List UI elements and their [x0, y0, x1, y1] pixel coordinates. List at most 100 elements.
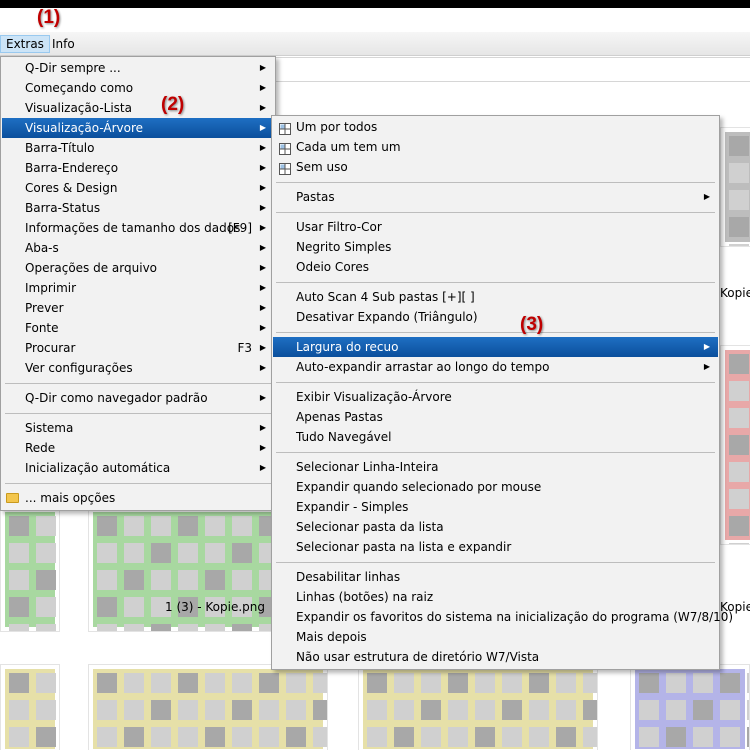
- menu-item-expandir-os-favoritos-do-sistema-na-inicializacao-do-programa-w7-8-10[interactable]: Expandir os favoritos do sistema na inic…: [273, 607, 733, 627]
- menu-item-mais-depois[interactable]: Mais depois: [273, 627, 718, 647]
- menu-item-comecando-como[interactable]: Começando como ▶: [2, 78, 274, 98]
- menu-item-expandir-quando-selecionado-por-mouse[interactable]: Expandir quando selecionado por mouse: [273, 477, 718, 497]
- menu-item-label: Imprimir: [25, 281, 77, 295]
- menu-separator: [276, 452, 715, 453]
- submenu-arrow-icon: ▶: [259, 363, 266, 372]
- file-thumbnail[interactable]: [720, 127, 750, 247]
- menu-item-prever[interactable]: Prever ▶: [2, 298, 274, 318]
- menu-item-fonte[interactable]: Fonte ▶: [2, 318, 274, 338]
- menu-item-negrito-simples[interactable]: Negrito Simples: [273, 237, 718, 257]
- menu-item-barra-endereco[interactable]: Barra-Endereço ▶: [2, 158, 274, 178]
- menu-separator: [276, 382, 715, 383]
- submenu-arrow-icon: ▶: [259, 323, 266, 332]
- menu-item-label: Visualização-Árvore: [25, 121, 144, 135]
- menu-item-auto-scan-4-sub-pastas[interactable]: Auto Scan 4 Sub pastas [+][ ]: [273, 287, 718, 307]
- menu-item-tudo-navegavel[interactable]: Tudo Navegável: [273, 427, 718, 447]
- menu-item-sem-uso[interactable]: Sem uso: [273, 157, 718, 177]
- menu-item-q-dir-como-navegador-padrao[interactable]: Q-Dir como navegador padrão ▶: [2, 388, 274, 408]
- menu-item-shortcut: F3: [237, 341, 252, 355]
- menu-separator: [276, 332, 715, 333]
- menu-item-visualizacao-arvore[interactable]: Visualização-Árvore ▶: [2, 118, 274, 138]
- file-thumbnail[interactable]: [0, 507, 60, 632]
- menu-item-procurar[interactable]: Procurar F3 ▶: [2, 338, 274, 358]
- menu-item-label: Aba-s: [25, 241, 59, 255]
- menu-item-mais-opcoes[interactable]: ... mais opções: [2, 488, 274, 508]
- menu-item-label: Sistema: [25, 421, 74, 435]
- file-caption: Kopie: [720, 286, 750, 300]
- submenu-arrow-icon: ▶: [259, 163, 266, 172]
- file-caption: 1 (3) - Kopie.png: [165, 600, 266, 614]
- menu-item-label: Expandir quando selecionado por mouse: [296, 480, 542, 494]
- menu-item-barra-status[interactable]: Barra-Status ▶: [2, 198, 274, 218]
- menu-item-label: Barra-Título: [25, 141, 95, 155]
- menu-extras[interactable]: Extras: [0, 35, 50, 53]
- menu-item-selecionar-pasta-da-lista[interactable]: Selecionar pasta da lista: [273, 517, 718, 537]
- menu-item-barra-titulo[interactable]: Barra-Título ▶: [2, 138, 274, 158]
- submenu-arrow-icon: ▶: [259, 423, 266, 432]
- menu-item-label: Desativar Expando (Triângulo): [296, 310, 478, 324]
- menu-item-label: Cores & Design: [25, 181, 118, 195]
- tree-view-submenu: Um por todos Cada um tem um Sem uso Pastas ▶…: [271, 115, 733, 670]
- folder-icon: [6, 493, 19, 503]
- menu-item-desativar-expando-triangulo[interactable]: Desativar Expando (Triângulo): [273, 307, 718, 327]
- menu-item-label: Exibir Visualização-Árvore: [296, 390, 452, 404]
- menu-item-selecionar-linha-inteira[interactable]: Selecionar Linha-Inteira: [273, 457, 718, 477]
- menu-item-label: Q-Dir sempre ...: [25, 61, 121, 75]
- submenu-arrow-icon: ▶: [259, 463, 266, 472]
- file-thumbnail[interactable]: [720, 345, 750, 545]
- menu-item-visualizacao-lista[interactable]: Visualização-Lista ▶: [2, 98, 274, 118]
- menu-item-ver-configuracoes[interactable]: Ver configurações ▶: [2, 358, 274, 378]
- menu-item-label: Odeio Cores: [296, 260, 369, 274]
- submenu-arrow-icon: ▶: [703, 192, 710, 201]
- menu-item-label: Não usar estrutura de diretório W7/Vista: [296, 650, 540, 664]
- callout-1: (1): [37, 7, 61, 28]
- menu-item-odeio-cores[interactable]: Odeio Cores: [273, 257, 718, 277]
- menu-item-inicializacao-automatica[interactable]: Inicialização automática ▶: [2, 458, 274, 478]
- menu-item-label: Mais depois: [296, 630, 367, 644]
- menu-item-informacoes-de-tamanho-dos-dados[interactable]: Informações de tamanho dos dados [F9] ▶: [2, 218, 274, 238]
- menu-separator: [5, 413, 271, 414]
- menu-item-label: Sem uso: [296, 160, 348, 174]
- menu-item-desabilitar-linhas[interactable]: Desabilitar linhas: [273, 567, 718, 587]
- file-thumbnail[interactable]: [0, 664, 60, 750]
- menu-item-usar-filtro-cor[interactable]: Usar Filtro-Cor: [273, 217, 718, 237]
- menu-item-label: Apenas Pastas: [296, 410, 383, 424]
- file-thumbnail[interactable]: [358, 664, 598, 750]
- menu-item-label: Pastas: [296, 190, 335, 204]
- submenu-arrow-icon: ▶: [703, 362, 710, 371]
- menu-item-imprimir[interactable]: Imprimir ▶: [2, 278, 274, 298]
- submenu-arrow-icon: ▶: [259, 123, 266, 132]
- menu-item-apenas-pastas[interactable]: Apenas Pastas: [273, 407, 718, 427]
- submenu-arrow-icon: ▶: [259, 143, 266, 152]
- menu-item-label: ... mais opções: [25, 491, 116, 505]
- submenu-arrow-icon: ▶: [259, 393, 266, 402]
- menu-item-rede[interactable]: Rede ▶: [2, 438, 274, 458]
- menu-item-operacoes-de-arquivo[interactable]: Operações de arquivo ▶: [2, 258, 274, 278]
- menu-item-label: Selecionar pasta da lista: [296, 520, 444, 534]
- menu-info[interactable]: Info: [47, 35, 80, 53]
- extras-menu: Q-Dir sempre ... ▶ Começando como ▶ Visualiz…: [0, 56, 276, 511]
- menu-item-linhas-botoes-na-raiz[interactable]: Linhas (botões) na raiz: [273, 587, 718, 607]
- menu-item-q-dir-sempre[interactable]: Q-Dir sempre ... ▶: [2, 58, 274, 78]
- menu-item-label: Largura do recuo: [296, 340, 399, 354]
- menu-item-um-por-todos[interactable]: Um por todos: [273, 117, 718, 137]
- menu-item-largura-do-recuo[interactable]: Largura do recuo ▶: [273, 337, 718, 357]
- menu-item-label: Cada um tem um: [296, 140, 401, 154]
- menu-item-label: Inicialização automática: [25, 461, 171, 475]
- menu-item-nao-usar-estrutura-de-diretorio-w7-vista[interactable]: Não usar estrutura de diretório W7/Vista: [273, 647, 718, 667]
- submenu-arrow-icon: ▶: [259, 243, 266, 252]
- menu-item-pastas[interactable]: Pastas ▶: [273, 187, 718, 207]
- menu-item-cores-design[interactable]: Cores & Design ▶: [2, 178, 274, 198]
- menu-separator: [276, 562, 715, 563]
- menu-item-sistema[interactable]: Sistema ▶: [2, 418, 274, 438]
- menu-item-expandir-simples[interactable]: Expandir - Simples: [273, 497, 718, 517]
- menu-item-auto-expandir-arrastar-ao-longo-do-tempo[interactable]: Auto-expandir arrastar ao longo do tempo…: [273, 357, 718, 377]
- submenu-arrow-icon: ▶: [259, 103, 266, 112]
- menu-item-selecionar-pasta-na-lista-e-expandir[interactable]: Selecionar pasta na lista e expandir: [273, 537, 718, 557]
- menu-item-label: Desabilitar linhas: [296, 570, 401, 584]
- file-thumbnail[interactable]: [88, 664, 328, 750]
- file-thumbnail[interactable]: [630, 664, 750, 750]
- menu-item-exibir-visualizacao-arvore[interactable]: Exibir Visualização-Árvore: [273, 387, 718, 407]
- menu-item-aba-s[interactable]: Aba-s ▶: [2, 238, 274, 258]
- menu-item-cada-um-tem-um[interactable]: Cada um tem um: [273, 137, 718, 157]
